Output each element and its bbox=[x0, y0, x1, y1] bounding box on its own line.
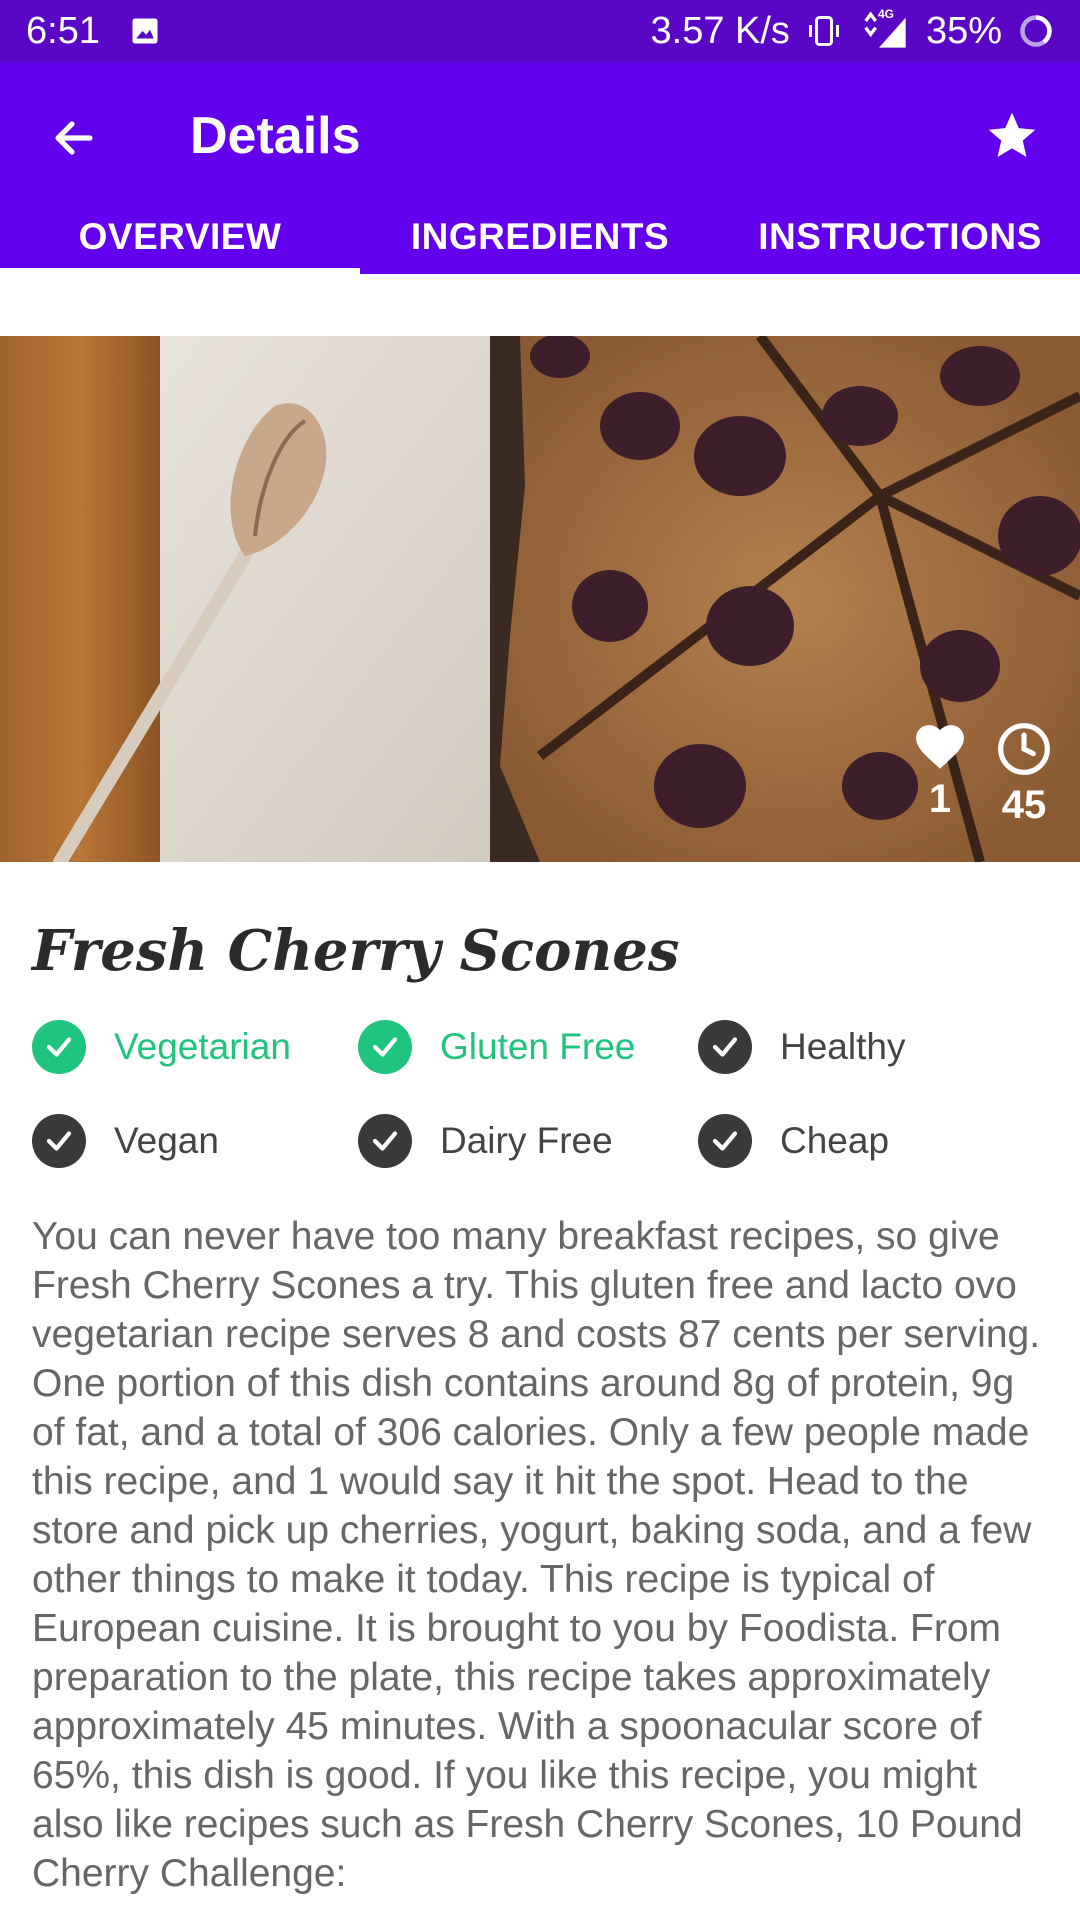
app-bar: Details OVERVIEW INGREDIENTS INSTRUCTION… bbox=[0, 62, 1080, 274]
favorite-button[interactable] bbox=[980, 104, 1044, 168]
hero-stats: 1 45 bbox=[912, 721, 1052, 828]
diet-label: Dairy Free bbox=[440, 1120, 613, 1161]
likes-count: 1 bbox=[928, 777, 952, 821]
time-stat: 45 bbox=[996, 721, 1052, 828]
diet-dairy-free: Dairy Free bbox=[358, 1114, 613, 1168]
page-title: Details bbox=[190, 107, 361, 165]
recipe-image: 1 45 bbox=[0, 336, 1080, 862]
diet-label: Gluten Free bbox=[440, 1026, 636, 1067]
back-button[interactable] bbox=[44, 108, 104, 168]
ready-minutes: 45 bbox=[1001, 783, 1047, 827]
image-icon bbox=[130, 16, 160, 46]
check-circle-icon bbox=[698, 1114, 752, 1168]
likes-stat: 1 bbox=[912, 721, 968, 828]
diet-label: Vegan bbox=[114, 1120, 219, 1161]
tab-instructions[interactable]: INSTRUCTIONS bbox=[720, 208, 1080, 274]
diet-vegetarian: Vegetarian bbox=[32, 1020, 291, 1074]
diet-gluten-free: Gluten Free bbox=[358, 1020, 635, 1074]
check-circle-icon bbox=[358, 1114, 412, 1168]
tab-ingredients[interactable]: INGREDIENTS bbox=[360, 208, 720, 274]
vibrate-icon bbox=[806, 12, 842, 50]
diet-vegan: Vegan bbox=[32, 1114, 219, 1168]
tab-overview[interactable]: OVERVIEW bbox=[0, 208, 360, 274]
star-icon bbox=[988, 112, 1036, 157]
check-circle-icon bbox=[698, 1020, 752, 1074]
check-circle-icon bbox=[32, 1020, 86, 1074]
signal-icon: 4G bbox=[858, 7, 910, 51]
battery-level: 35% bbox=[925, 9, 1002, 52]
check-circle-icon bbox=[358, 1020, 412, 1074]
diet-cheap: Cheap bbox=[698, 1114, 889, 1168]
heart-icon bbox=[916, 725, 964, 769]
diet-healthy: Healthy bbox=[698, 1020, 905, 1074]
arrow-back-icon bbox=[55, 121, 93, 155]
recipe-title: Fresh Cherry Scones bbox=[32, 918, 680, 984]
check-circle-icon bbox=[32, 1114, 86, 1168]
network-speed: 3.57 K/s bbox=[650, 9, 790, 52]
tab-bar: OVERVIEW INGREDIENTS INSTRUCTIONS bbox=[0, 208, 1080, 274]
battery-icon bbox=[1018, 13, 1054, 49]
diet-label: Vegetarian bbox=[114, 1026, 291, 1067]
status-bar: 6:51 3.57 K/s 4G 35% bbox=[0, 0, 1080, 62]
recipe-summary: You can never have too many breakfast re… bbox=[32, 1215, 1041, 1895]
diet-label: Healthy bbox=[780, 1026, 906, 1067]
diet-label: Cheap bbox=[780, 1120, 890, 1161]
clock-icon bbox=[998, 723, 1050, 775]
status-time: 6:51 bbox=[26, 9, 100, 52]
network-type: 4G bbox=[877, 7, 894, 21]
